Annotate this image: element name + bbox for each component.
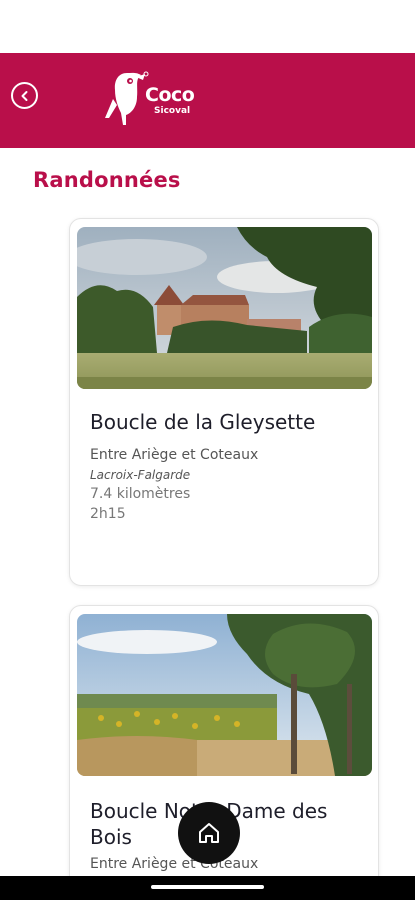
app-header: Coco Sicoval [0, 53, 415, 148]
back-button[interactable] [11, 82, 38, 109]
hike-region: Entre Ariège et Coteaux [90, 447, 259, 463]
system-navigation-bar [0, 876, 415, 900]
home-icon [199, 823, 219, 843]
hike-title: Boucle de la Gleysette [90, 410, 316, 434]
hike-town: Lacroix-Falgarde [90, 468, 191, 482]
page-title: Randonnées [33, 168, 181, 192]
hike-image [77, 614, 372, 776]
chevron-left-icon [21, 90, 27, 101]
hike-region: Entre Ariège et Coteaux [90, 856, 259, 872]
logo-wordmark: Coco [145, 84, 195, 106]
app-logo: Coco Sicoval [105, 69, 205, 131]
hike-duration: 2h15 [90, 506, 126, 522]
bird-mascot-icon [105, 71, 149, 125]
home-gesture-handle[interactable] [151, 885, 264, 889]
home-button[interactable] [178, 802, 240, 864]
hike-distance: 7.4 kilomètres [90, 486, 191, 502]
hike-image [77, 227, 372, 389]
status-bar [0, 0, 415, 53]
hike-card[interactable]: Boucle de la Gleysette Entre Ariège et C… [69, 218, 379, 586]
logo-subtitle: Sicoval [154, 106, 191, 116]
